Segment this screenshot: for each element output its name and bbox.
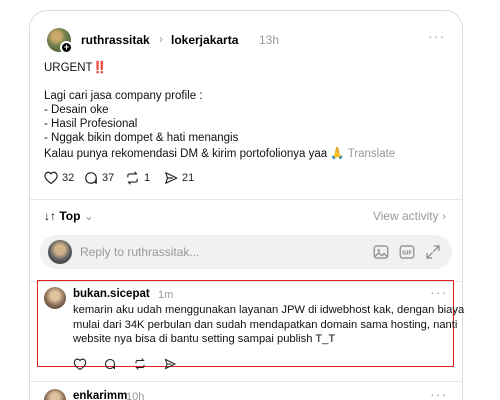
comment-icon: [85, 172, 97, 184]
share-icon[interactable]: [163, 358, 177, 370]
repost-icon: [127, 171, 138, 185]
gif-icon[interactable]: GIF: [398, 243, 416, 261]
share-button[interactable]: 21: [164, 171, 194, 185]
comment-icon[interactable]: [103, 358, 117, 370]
sort-label: Top: [59, 209, 81, 223]
post-body: Lagi cari jasa company profile : - Desai…: [44, 89, 238, 145]
avatar: [48, 240, 72, 264]
share-icon: [165, 172, 178, 184]
chevron-right-icon: ›: [159, 32, 163, 46]
reply-placeholder: Reply to ruthrassitak...: [80, 245, 200, 259]
comment-button[interactable]: 37: [84, 171, 114, 185]
like-button[interactable]: 32: [44, 171, 74, 184]
view-activity-label: View activity: [372, 209, 439, 223]
sort-icon: ↓↑: [44, 209, 56, 223]
post-recommend: Kalau punya rekomendasi DM & kirim porto…: [44, 147, 395, 161]
post-line: Lagi cari jasa company profile :: [44, 90, 203, 102]
post-username[interactable]: ruthrassitak: [81, 33, 150, 47]
image-icon[interactable]: [372, 243, 390, 261]
view-activity-link[interactable]: View activity ›: [373, 209, 446, 223]
post-line: - Desain oke: [44, 104, 109, 116]
post-line: - Nggak bikin dompet & hati menangis: [44, 132, 239, 144]
reply-tools: GIF: [372, 243, 442, 261]
comment-username[interactable]: bukan.sicepat: [73, 288, 150, 300]
comment-line: mulai dari 34K perbulan dan sudah mendap…: [73, 318, 458, 331]
repost-button[interactable]: 1: [125, 171, 150, 185]
more-icon[interactable]: ···: [430, 386, 447, 400]
comment-actions: [73, 358, 177, 370]
more-icon[interactable]: ···: [430, 284, 447, 300]
comment-time[interactable]: 10h: [126, 391, 144, 400]
sort-button[interactable]: ↓↑ Top ⌄: [44, 209, 94, 223]
post-header: + ruthrassitak › lokerjakarta 13h ···: [47, 28, 447, 54]
heart-icon: [44, 171, 58, 184]
share-count: 21: [182, 172, 195, 184]
heart-icon[interactable]: [73, 358, 87, 370]
translate-link[interactable]: Translate: [348, 148, 396, 160]
repost-icon[interactable]: [133, 358, 147, 370]
chevron-down-icon: ⌄: [83, 209, 94, 223]
avatar[interactable]: [44, 287, 66, 309]
repost-count: 1: [144, 172, 151, 184]
post-time[interactable]: 13h: [259, 33, 279, 47]
comment-line: website nya bisa di bantu setting sampai…: [73, 333, 336, 345]
comment-username[interactable]: enkarimm: [73, 390, 127, 400]
comment-count: 37: [102, 172, 115, 184]
expand-icon[interactable]: [424, 243, 442, 261]
comment-text: kemarin aku udah menggunakan layanan JPW…: [73, 303, 464, 347]
recommend-text: Kalau punya rekomendasi DM & kirim porto…: [44, 148, 345, 160]
divider: [30, 199, 462, 200]
post-urgent: URGENT‼️: [44, 61, 107, 75]
chevron-right-icon: ›: [442, 209, 446, 223]
like-count: 32: [62, 171, 75, 184]
more-icon[interactable]: ···: [428, 28, 445, 44]
post-community[interactable]: lokerjakarta: [171, 33, 238, 47]
reply-input[interactable]: Reply to ruthrassitak... GIF: [40, 235, 452, 269]
comment-line: kemarin aku udah menggunakan layanan JPW…: [73, 304, 465, 316]
svg-text:GIF: GIF: [402, 251, 412, 257]
post-line: - Hasil Profesional: [44, 118, 138, 130]
comment-time[interactable]: 1m: [158, 289, 173, 301]
urgent-text: URGENT: [44, 62, 93, 74]
plus-badge-icon[interactable]: +: [60, 41, 73, 54]
double-exclamation-icon: ‼️: [92, 62, 107, 74]
divider: [30, 381, 462, 382]
